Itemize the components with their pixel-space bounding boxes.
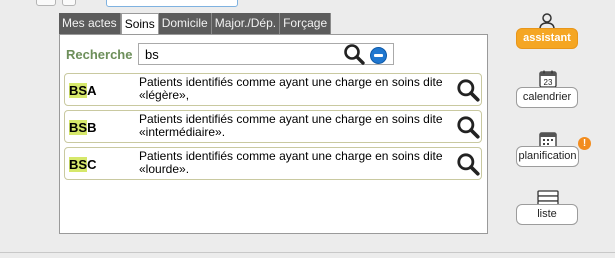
- magnifier-icon[interactable]: [455, 77, 481, 103]
- magnifier-icon[interactable]: [455, 151, 481, 177]
- calendrier-button[interactable]: calendrier: [516, 87, 578, 108]
- desc-line: «intermédiaire».: [139, 125, 226, 139]
- result-description: Patients identifiés comme ayant une char…: [139, 150, 449, 176]
- desc-line: «lourde».: [139, 162, 190, 176]
- top-toolbar-remnant: [0, 0, 615, 8]
- top-tab[interactable]: [62, 0, 76, 6]
- result-row[interactable]: BSB Patients identifiés comme ayant une …: [64, 110, 482, 143]
- result-description: Patients identifiés comme ayant une char…: [139, 113, 449, 139]
- code-rest: C: [87, 157, 97, 172]
- magnifier-icon[interactable]: [342, 42, 366, 66]
- result-code: BSC: [69, 157, 96, 172]
- code-rest: B: [87, 120, 97, 135]
- calendar-day: 23: [544, 78, 553, 87]
- tab-soins[interactable]: Soins: [120, 13, 159, 35]
- liste-button[interactable]: liste: [516, 204, 578, 225]
- code-highlight: BS: [69, 157, 88, 172]
- result-code: BSA: [69, 83, 96, 98]
- divider: [0, 252, 615, 253]
- tab-mes-actes[interactable]: Mes actes: [59, 13, 121, 34]
- code-rest: A: [87, 83, 97, 98]
- tab-forcage[interactable]: Forçage: [280, 13, 332, 34]
- result-row[interactable]: BSC Patients identifiés comme ayant une …: [64, 147, 482, 180]
- minus-circle-icon[interactable]: [370, 47, 387, 64]
- notification-badge: !: [578, 137, 591, 150]
- tab-domicile[interactable]: Domicile: [158, 13, 212, 34]
- planification-button[interactable]: planification: [516, 146, 579, 167]
- result-row[interactable]: BSA Patients identifiés comme ayant une …: [64, 73, 482, 106]
- assistant-button[interactable]: assistant: [516, 28, 578, 49]
- soins-panel: Recherche BSA Patients identifiés comme …: [59, 34, 488, 234]
- top-input-field[interactable]: [106, 0, 238, 7]
- result-description: Patients identifiés comme ayant une char…: [139, 76, 449, 102]
- result-code: BSB: [69, 120, 96, 135]
- code-highlight: BS: [69, 120, 88, 135]
- desc-line: «légère»,: [139, 88, 190, 102]
- tab-bar: Mes actes Soins Domicile Major./Dép. For…: [59, 13, 332, 35]
- search-label: Recherche: [66, 47, 133, 62]
- calendar-icon: 23: [539, 70, 557, 88]
- code-highlight: BS: [69, 83, 88, 98]
- tab-major-dep[interactable]: Major./Dép.: [211, 13, 281, 34]
- top-tab[interactable]: [36, 0, 56, 6]
- magnifier-icon[interactable]: [455, 114, 481, 140]
